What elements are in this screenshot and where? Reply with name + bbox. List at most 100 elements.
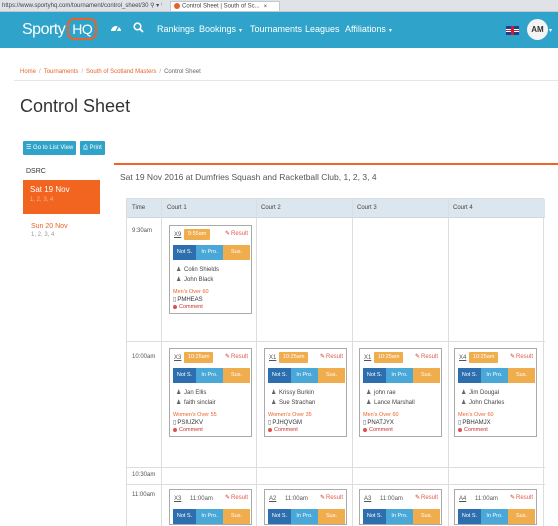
search-icon[interactable] bbox=[133, 22, 144, 36]
result-button[interactable]: ✎Result bbox=[510, 353, 533, 360]
user-icon: ♟ bbox=[176, 390, 182, 396]
status-suspended-button[interactable]: Sus. bbox=[223, 368, 250, 383]
url-text: https://www.sportyhq.com/tournament/cont… bbox=[2, 3, 149, 9]
result-button[interactable]: ✎Result bbox=[320, 353, 343, 360]
page-title: Control Sheet bbox=[20, 96, 131, 116]
print-button[interactable]: ⎙ Print bbox=[80, 141, 105, 155]
status-not-started-button[interactable]: Not S. bbox=[173, 509, 196, 524]
user-avatar[interactable]: AM bbox=[527, 19, 548, 40]
match-number[interactable]: X4 bbox=[459, 355, 466, 361]
chevron-down-icon: ▾ bbox=[239, 28, 243, 34]
result-button[interactable]: ✎Result bbox=[225, 353, 248, 360]
comment-link[interactable]: Comment bbox=[173, 427, 251, 433]
dashboard-gauge-icon[interactable] bbox=[110, 22, 122, 37]
comment-link[interactable]: Comment bbox=[268, 427, 346, 433]
status-not-started-button[interactable]: Not S. bbox=[268, 368, 291, 383]
comment-label: Comment bbox=[274, 427, 298, 433]
tab-close-icon[interactable]: × bbox=[264, 4, 268, 10]
player-row: ♟ Krissy Burkin bbox=[271, 388, 346, 398]
pencil-icon: ✎ bbox=[414, 354, 420, 360]
match-card[interactable]: A2 11:00am ✎Result Not S. In Pro. Sus. bbox=[264, 489, 347, 525]
match-code-text: PNATJYX bbox=[367, 420, 394, 426]
status-suspended-button[interactable]: Sus. bbox=[413, 509, 440, 524]
status-in-progress-button[interactable]: In Pro. bbox=[481, 368, 508, 383]
status-in-progress-button[interactable]: In Pro. bbox=[196, 509, 223, 524]
match-card[interactable]: X3 10:25am ✎Result Not S. In Pro. Sus. ♟ Jan … bbox=[169, 348, 252, 437]
match-card[interactable]: X1 10:25am ✎Result Not S. In Pro. Sus. ♟ Kris… bbox=[264, 348, 347, 437]
status-suspended-button[interactable]: Sus. bbox=[223, 245, 250, 260]
match-card[interactable]: X4 10:25am ✎Result Not S. In Pro. Sus. ♟ Jim … bbox=[454, 348, 537, 437]
match-card[interactable]: X1 10:25am ✎Result Not S. In Pro. Sus. ♟ john… bbox=[359, 348, 442, 437]
result-button[interactable]: ✎Result bbox=[415, 353, 438, 360]
status-in-progress-button[interactable]: In Pro. bbox=[386, 368, 413, 383]
status-not-started-button[interactable]: Not S. bbox=[458, 368, 481, 383]
player-name: Jan Ellis bbox=[184, 390, 207, 396]
breadcrumb-tournaments[interactable]: Tournaments bbox=[44, 69, 79, 75]
result-button[interactable]: ✎Result bbox=[225, 494, 248, 501]
breadcrumb-home[interactable]: Home bbox=[20, 69, 36, 75]
row-divider bbox=[127, 467, 545, 468]
sportyhq-logo[interactable]: Sporty HQ bbox=[22, 18, 98, 40]
nav-tournaments[interactable]: Tournaments bbox=[250, 24, 302, 34]
match-card[interactable]: A4 11:00am ✎Result Not S. In Pro. Sus. bbox=[454, 489, 537, 525]
status-not-started-button[interactable]: Not S. bbox=[173, 368, 196, 383]
match-card[interactable]: X3 11:00am ✎Result Not S. In Pro. Sus. bbox=[169, 489, 252, 525]
match-number[interactable]: X9 bbox=[174, 232, 181, 238]
comment-icon bbox=[458, 427, 462, 432]
result-button[interactable]: ✎Result bbox=[320, 494, 343, 501]
match-code: ▯PSIUZKV bbox=[173, 419, 251, 426]
status-in-progress-button[interactable]: In Pro. bbox=[196, 245, 223, 260]
match-number[interactable]: A3 bbox=[364, 496, 371, 502]
day-tab-sat[interactable]: Sat 19 Nov 1, 2, 3, 4 bbox=[23, 180, 100, 214]
player-name: john rae bbox=[374, 390, 396, 396]
match-card[interactable]: A3 11:00am ✎Result Not S. In Pro. Sus. bbox=[359, 489, 442, 525]
status-in-progress-button[interactable]: In Pro. bbox=[196, 368, 223, 383]
player-row: ♟ Jan Ellis bbox=[176, 388, 251, 398]
status-suspended-button[interactable]: Sus. bbox=[413, 368, 440, 383]
match-number[interactable]: A2 bbox=[269, 496, 276, 502]
comment-link[interactable]: Comment bbox=[363, 427, 441, 433]
status-not-started-button[interactable]: Not S. bbox=[268, 509, 291, 524]
breadcrumb-tournament[interactable]: South of Scotland Masters bbox=[86, 69, 156, 75]
match-number[interactable]: X1 bbox=[269, 355, 276, 361]
comment-link[interactable]: Comment bbox=[173, 304, 251, 310]
status-suspended-button[interactable]: Sus. bbox=[318, 509, 345, 524]
match-number[interactable]: X3 bbox=[174, 496, 181, 502]
result-button[interactable]: ✎Result bbox=[510, 494, 533, 501]
player-name: John Charles bbox=[469, 400, 505, 406]
time-slot: 10:00am bbox=[132, 354, 156, 360]
browser-tab-active[interactable]: Control Sheet | South of Sc... × bbox=[170, 1, 280, 11]
status-in-progress-button[interactable]: In Pro. bbox=[386, 509, 413, 524]
status-not-started-button[interactable]: Not S. bbox=[363, 368, 386, 383]
result-button[interactable]: ✎Result bbox=[225, 230, 248, 237]
nav-rankings[interactable]: Rankings bbox=[157, 24, 195, 34]
column-header-time: Time bbox=[132, 205, 146, 211]
status-suspended-button[interactable]: Sus. bbox=[508, 368, 535, 383]
status-not-started-button[interactable]: Not S. bbox=[363, 509, 386, 524]
nav-leagues[interactable]: Leagues bbox=[305, 24, 340, 34]
status-suspended-button[interactable]: Sus. bbox=[508, 509, 535, 524]
pencil-icon: ✎ bbox=[319, 354, 325, 360]
uk-flag-icon[interactable] bbox=[506, 26, 519, 35]
result-button[interactable]: ✎Result bbox=[415, 494, 438, 501]
address-bar[interactable]: https://www.sportyhq.com/tournament/cont… bbox=[2, 2, 162, 9]
avatar-chevron-down-icon[interactable]: ▾ bbox=[549, 27, 552, 34]
status-in-progress-button[interactable]: In Pro. bbox=[291, 368, 318, 383]
go-to-list-view-button[interactable]: ☰ Go to List View bbox=[23, 141, 77, 155]
status-suspended-button[interactable]: Sus. bbox=[318, 368, 345, 383]
comment-link[interactable]: Comment bbox=[458, 427, 536, 433]
match-number[interactable]: X1 bbox=[364, 355, 371, 361]
match-number[interactable]: X3 bbox=[174, 355, 181, 361]
status-in-progress-button[interactable]: In Pro. bbox=[291, 509, 318, 524]
status-not-started-button[interactable]: Not S. bbox=[173, 245, 196, 260]
match-card[interactable]: X9 9:55am ✎Result Not S. In Pro. Sus. ♟ Colin… bbox=[169, 225, 252, 314]
day-tab-sun[interactable]: Sun 20 Nov 1, 2, 3, 4 bbox=[31, 223, 68, 238]
nav-bookings[interactable]: Bookings ▾ bbox=[199, 24, 242, 34]
match-number[interactable]: A4 bbox=[459, 496, 466, 502]
status-in-progress-button[interactable]: In Pro. bbox=[481, 509, 508, 524]
nav-affiliations[interactable]: Affiliations ▾ bbox=[345, 24, 392, 34]
tab-title: Control Sheet | South of Sc... bbox=[182, 3, 260, 10]
status-suspended-button[interactable]: Sus. bbox=[223, 509, 250, 524]
barcode-icon: ▯ bbox=[458, 420, 462, 426]
status-not-started-button[interactable]: Not S. bbox=[458, 509, 481, 524]
